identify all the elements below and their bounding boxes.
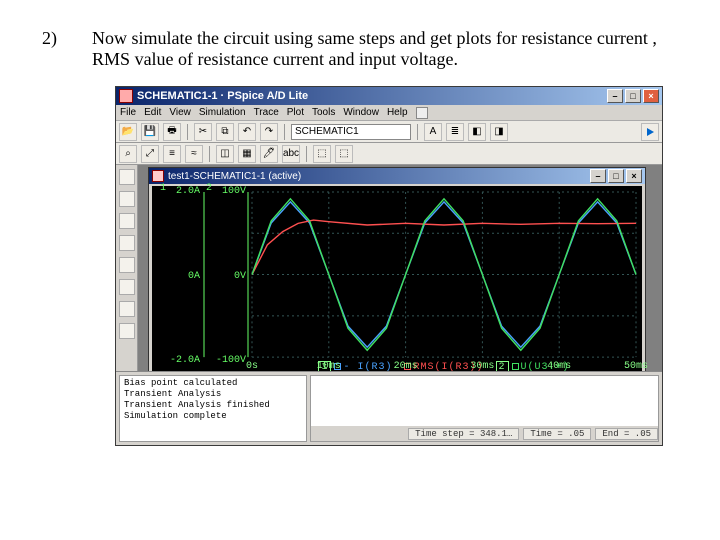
- tool2-g-icon[interactable]: 🖊: [260, 145, 278, 163]
- menu-trace[interactable]: Trace: [254, 107, 279, 118]
- tool2-i-icon[interactable]: ⬚: [313, 145, 331, 163]
- y-tick: -100V: [206, 355, 246, 366]
- y-tick: 0A: [160, 271, 200, 282]
- menu-file[interactable]: File: [120, 107, 136, 118]
- y-axis-2: 100V0V-100V2: [206, 192, 246, 361]
- menu-edit[interactable]: Edit: [144, 107, 161, 118]
- mdi-area: test1-SCHEMATIC1-1 (active) – □ × 2.0A0A…: [138, 165, 662, 371]
- lt-5-icon[interactable]: [119, 257, 135, 273]
- status-time: Time = .05: [523, 428, 591, 440]
- plot-window[interactable]: test1-SCHEMATIC1-1 (active) – □ × 2.0A0A…: [148, 167, 646, 371]
- doc-icon: [152, 170, 164, 182]
- tool-save-icon[interactable]: 💾: [141, 123, 159, 141]
- menu-window[interactable]: Window: [343, 107, 379, 118]
- log-line: Bias point calculated: [124, 378, 302, 389]
- tool-a-icon[interactable]: A: [424, 123, 442, 141]
- x-tick: 30ms: [470, 361, 494, 371]
- tool-cut-icon[interactable]: ✂: [194, 123, 212, 141]
- status-step: Time step = 348.1…: [408, 428, 519, 440]
- x-tick: 50ms: [624, 361, 648, 371]
- lt-8-icon[interactable]: [119, 323, 135, 339]
- tool-b-icon[interactable]: ≣: [446, 123, 464, 141]
- x-tick: 0s: [246, 361, 258, 371]
- menu-sim[interactable]: Simulation: [199, 107, 246, 118]
- menu-help[interactable]: Help: [387, 107, 408, 118]
- log-line: Transient Analysis finished: [124, 400, 302, 411]
- instruction-number: 2): [42, 28, 62, 70]
- doc-title: test1-SCHEMATIC1-1 (active): [168, 171, 301, 182]
- tool-print-icon[interactable]: 🖶: [163, 123, 181, 141]
- tool-undo-icon[interactable]: ↶: [238, 123, 256, 141]
- x-tick: 40ms: [547, 361, 571, 371]
- lt-2-icon[interactable]: [119, 191, 135, 207]
- y-tick: 0V: [206, 271, 246, 282]
- doc-max-button[interactable]: □: [608, 169, 624, 183]
- log-line: Simulation complete: [124, 411, 302, 422]
- watch-pane[interactable]: Time step = 348.1… Time = .05 End = .05: [310, 375, 659, 442]
- tool2-b-icon[interactable]: ⤢: [141, 145, 159, 163]
- lt-4-icon[interactable]: [119, 235, 135, 251]
- instruction: 2) Now simulate the circuit using same s…: [42, 28, 678, 70]
- status-end: End = .05: [595, 428, 658, 440]
- toolbar-2: ⌕ ⤢ ≡ ≈ ◫ ▦ 🖊 abc ⬚ ⬚: [116, 143, 662, 165]
- instruction-text: Now simulate the circuit using same step…: [92, 28, 678, 70]
- lt-6-icon[interactable]: [119, 279, 135, 295]
- minimize-button[interactable]: –: [607, 89, 623, 103]
- tool2-a-icon[interactable]: ⌕: [119, 145, 137, 163]
- x-axis: 1- I(R3)RMS(I(R3))2U(U3:+) 0s10ms20ms30m…: [252, 361, 636, 371]
- output-area: Bias point calculatedTransient AnalysisT…: [116, 371, 662, 445]
- tool-open-icon[interactable]: 📂: [119, 123, 137, 141]
- tool2-j-icon[interactable]: ⬚: [335, 145, 353, 163]
- menubar: File Edit View Simulation Trace Plot Too…: [116, 105, 662, 121]
- tool2-c-icon[interactable]: ≡: [163, 145, 181, 163]
- lt-1-icon[interactable]: [119, 169, 135, 185]
- log-pane[interactable]: Bias point calculatedTransient AnalysisT…: [119, 375, 307, 442]
- pspice-window: SCHEMATIC1-1 · PSpice A/D Lite – □ × Fil…: [115, 86, 663, 446]
- log-line: Transient Analysis: [124, 389, 302, 400]
- run-button[interactable]: [641, 123, 659, 141]
- lt-3-icon[interactable]: [119, 213, 135, 229]
- tool2-e-icon[interactable]: ◫: [216, 145, 234, 163]
- menu-view[interactable]: View: [169, 107, 191, 118]
- doc-titlebar[interactable]: test1-SCHEMATIC1-1 (active) – □ ×: [149, 168, 645, 184]
- tool-copy-icon[interactable]: ⧉: [216, 123, 234, 141]
- app-icon: [119, 89, 133, 103]
- x-tick: 20ms: [394, 361, 418, 371]
- statusbar: Time step = 348.1… Time = .05 End = .05: [311, 425, 658, 441]
- doc-close-button[interactable]: ×: [626, 169, 642, 183]
- toolbar-1: 📂 💾 🖶 ✂ ⧉ ↶ ↷ A ≣ ◧ ◨: [116, 121, 662, 143]
- left-toolbar: [116, 165, 138, 371]
- play-icon: [647, 128, 654, 136]
- doc-min-button[interactable]: –: [590, 169, 606, 183]
- y-tick: -2.0A: [160, 355, 200, 366]
- x-tick: 10ms: [317, 361, 341, 371]
- window-title: SCHEMATIC1-1 · PSpice A/D Lite: [137, 90, 308, 102]
- tool-c-icon[interactable]: ◧: [468, 123, 486, 141]
- tool-d-icon[interactable]: ◨: [490, 123, 508, 141]
- brand-icon: [416, 107, 428, 119]
- menu-tools[interactable]: Tools: [312, 107, 335, 118]
- menu-plot[interactable]: Plot: [287, 107, 304, 118]
- tool2-d-icon[interactable]: ≈: [185, 145, 203, 163]
- tool2-f-icon[interactable]: ▦: [238, 145, 256, 163]
- y-axis-1: 2.0A0A-2.0A1: [160, 192, 200, 361]
- maximize-button[interactable]: □: [625, 89, 641, 103]
- titlebar[interactable]: SCHEMATIC1-1 · PSpice A/D Lite – □ ×: [116, 87, 662, 105]
- lt-7-icon[interactable]: [119, 301, 135, 317]
- close-button[interactable]: ×: [643, 89, 659, 103]
- tool2-h-icon[interactable]: abc: [282, 145, 300, 163]
- profile-input[interactable]: [291, 124, 411, 140]
- tool-redo-icon[interactable]: ↷: [260, 123, 278, 141]
- plot-area[interactable]: 2.0A0A-2.0A1 100V0V-100V2 1- I(R3)RMS(I(…: [152, 186, 642, 371]
